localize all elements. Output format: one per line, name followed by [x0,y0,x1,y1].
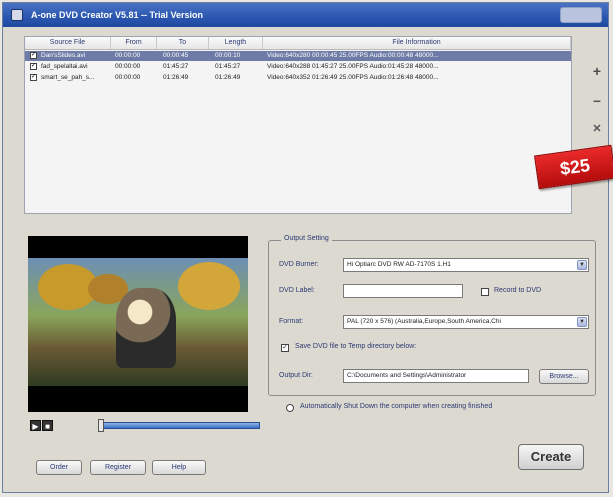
dvd-burner-select[interactable]: Hi Optiarc DVD RW AD-7170S 1.H1 ▼ [343,258,589,272]
auto-shutdown-label: Automatically Shut Down the computer whe… [300,403,493,410]
column-from[interactable]: From [111,37,157,49]
remove-file-icon[interactable]: − [590,94,604,108]
add-file-icon[interactable]: + [590,64,604,78]
format-select[interactable]: PAL (720 x 576) (Australia,Europe,South … [343,315,589,329]
row-info: Video:640x352 01:26:49 25.00FPS Audio:01… [267,74,439,81]
dvd-label-input[interactable] [343,284,463,298]
row-checkbox[interactable]: ✓ [30,74,37,81]
dvd-label-label: DVD Label: [279,287,315,294]
auto-shutdown-checkbox[interactable] [286,404,294,412]
chevron-down-icon[interactable]: ▼ [577,317,587,327]
row-length: 00:00:10 [215,52,241,59]
video-frame-image [28,258,248,386]
row-to: 01:45:27 [163,63,189,70]
row-checkbox[interactable]: ✓ [30,63,37,70]
file-row[interactable]: ✓ smart_se_pah_s... 00:00:00 01:26:49 01… [25,73,571,83]
stop-icon[interactable]: ■ [42,420,53,431]
seek-bar[interactable] [100,422,260,429]
playback-bar: ▶ ■ [30,419,260,432]
row-from: 00:00:00 [115,74,141,81]
record-to-dvd-label: Record to DVD [494,287,542,294]
output-dir-label: Output Dir: [279,372,313,379]
clear-list-icon[interactable]: ✕ [590,122,604,136]
row-from: 00:00:00 [115,63,141,70]
help-button[interactable]: Help [152,460,206,475]
output-dir-input[interactable]: C:\Documents and Settings\Administrator [343,369,529,383]
file-list-header: Source File From To Length File Informat… [25,37,571,50]
column-length[interactable]: Length [209,37,263,49]
row-info: Video:640x288 01:45:27 25.00FPS Audio:01… [267,63,439,70]
file-row[interactable]: ✓ Dan'sSlides.avi 00:00:00 00:00:45 00:0… [25,51,571,61]
chevron-down-icon[interactable]: ▼ [577,260,587,270]
column-source-file[interactable]: Source File [25,37,111,49]
row-info: Video:640x280 00:00:45 25.00FPS Audio:00… [267,52,439,59]
row-length: 01:26:49 [215,74,241,81]
tree-shape [178,262,240,310]
title-bar: A-one DVD Creator V5.81 -- Trial Version [3,3,608,27]
row-to: 00:00:45 [163,52,189,59]
row-name: fad_spelaltai.avi [41,63,88,70]
create-button[interactable]: Create [518,444,584,470]
format-value: PAL (720 x 576) (Australia,Europe,South … [347,318,501,325]
save-temp-checkbox[interactable]: ✓ [281,344,289,352]
window-controls[interactable] [560,7,602,23]
row-checkbox[interactable]: ✓ [30,52,37,59]
format-label: Format: [279,318,304,325]
row-length: 01:45:27 [215,63,241,70]
output-settings-group: Output Setting DVD Burner: Hi Optiarc DV… [268,235,596,396]
dvd-burner-label: DVD Burner: [279,261,319,268]
seek-handle[interactable] [98,419,104,432]
app-icon [11,9,23,21]
register-button[interactable]: Register [90,460,146,475]
column-to[interactable]: To [157,37,209,49]
play-icon[interactable]: ▶ [30,420,41,431]
row-name: smart_se_pah_s... [41,74,95,81]
video-preview [28,236,248,412]
dvd-burner-value: Hi Optiarc DVD RW AD-7170S 1.H1 [347,261,451,268]
row-from: 00:00:00 [115,52,141,59]
order-button[interactable]: Order [36,460,82,475]
record-to-dvd-checkbox[interactable] [481,288,489,296]
video-character [116,288,176,368]
row-to: 01:26:49 [163,74,189,81]
file-row[interactable]: ✓ fad_spelaltai.avi 00:00:00 01:45:27 01… [25,62,571,72]
row-name: Dan'sSlides.avi [41,52,86,59]
file-list[interactable]: Source File From To Length File Informat… [24,36,572,214]
browse-button[interactable]: Browse... [539,369,589,384]
output-settings-title: Output Setting [281,235,332,242]
save-temp-label: Save DVD file to Temp directory below: [295,343,417,350]
column-file-information[interactable]: File Information [263,37,571,49]
window-title: A-one DVD Creator V5.81 -- Trial Version [31,10,204,20]
